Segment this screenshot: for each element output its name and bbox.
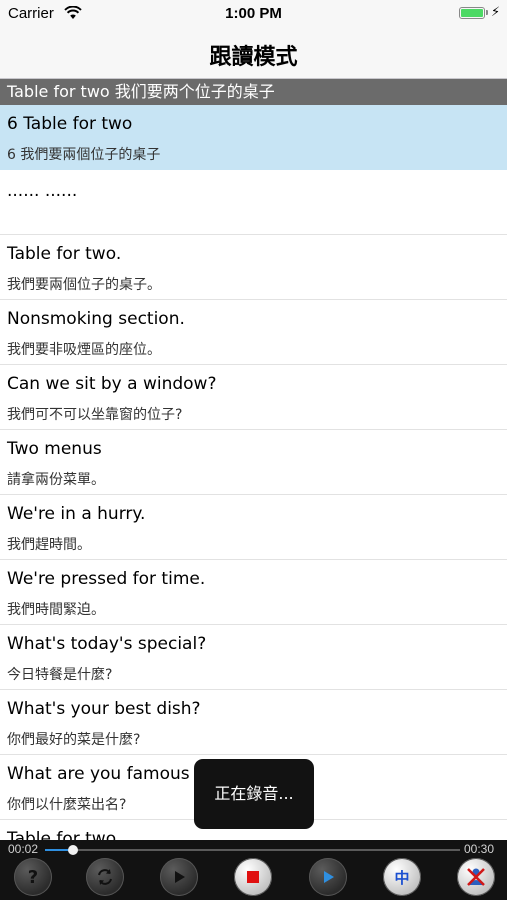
battery-tip xyxy=(486,10,488,15)
stop-icon xyxy=(247,871,259,883)
phrase-chinese: 6 我們要兩個位子的桌子 xyxy=(7,147,161,163)
phrase-chinese: 我們時間緊迫。 xyxy=(7,602,105,618)
progress-slider[interactable] xyxy=(45,845,460,855)
phrase-chinese: 我們可不可以坐靠窗的位子? xyxy=(7,407,183,423)
list-item[interactable]: We're pressed for time. 我們時間緊迫。 xyxy=(0,560,507,625)
page-title: 跟讀模式 xyxy=(209,45,298,70)
phrase-chinese: 你們最好的菜是什麼? xyxy=(7,732,141,748)
muted-person-icon xyxy=(467,868,485,886)
total-time: 00:30 xyxy=(464,842,495,856)
phrase-english: 6 Table for two xyxy=(7,114,133,134)
list-item[interactable]: What's today's special? 今日特餐是什麼? xyxy=(0,625,507,690)
no-sound-button[interactable] xyxy=(457,858,495,896)
current-time: 00:02 xyxy=(8,842,39,856)
help-label: ? xyxy=(27,866,39,888)
list-item[interactable]: We're in a hurry. 我們趕時間。 xyxy=(0,495,507,560)
phrase-english: We're in a hurry. xyxy=(7,504,146,524)
stop-record-button[interactable] xyxy=(234,858,272,896)
phrase-english: Table for two. xyxy=(7,829,122,840)
phrase-english: Table for two. xyxy=(7,244,122,264)
phrase-english: We're pressed for time. xyxy=(7,569,206,589)
repeat-icon xyxy=(98,869,112,885)
list-item[interactable]: Nonsmoking section. 我們要非吸煙區的座位。 xyxy=(0,300,507,365)
phrase-chinese: 我們要非吸煙區的座位。 xyxy=(7,342,161,358)
help-button[interactable]: ? xyxy=(14,858,52,896)
navigation-bar: 跟讀模式 xyxy=(0,28,507,79)
list-item[interactable]: What's your best dish? 你們最好的菜是什麼? xyxy=(0,690,507,755)
battery-icon xyxy=(459,7,485,19)
phrase-list[interactable]: 6 Table for two 6 我們要兩個位子的桌子 ...... ....… xyxy=(0,105,507,840)
phrase-english: ...... ...... xyxy=(7,181,78,201)
phrase-english: Two menus xyxy=(7,439,102,459)
play-recording-button[interactable] xyxy=(309,858,347,896)
player-bar: 00:02 00:30 ? 中 xyxy=(0,840,507,900)
chinese-toggle-button[interactable]: 中 xyxy=(383,858,421,896)
phrase-english: What's your best dish? xyxy=(7,699,201,719)
phrase-chinese: 我們要兩個位子的桌子。 xyxy=(7,277,161,293)
progress-thumb[interactable] xyxy=(67,845,78,855)
play-blue-icon xyxy=(324,871,334,883)
charging-icon: ⚡ xyxy=(491,5,501,20)
phrase-chinese: 今日特餐是什麼? xyxy=(7,667,113,683)
phrase-chinese: 請拿兩份菜單。 xyxy=(7,472,105,488)
chinese-label: 中 xyxy=(394,868,410,887)
recording-toast: 正在錄音... xyxy=(194,759,314,829)
phrase-english: Nonsmoking section. xyxy=(7,309,185,329)
status-bar: Carrier 1:00 PM ⚡ xyxy=(0,0,507,28)
repeat-button[interactable] xyxy=(86,858,124,896)
clock: 1:00 PM xyxy=(225,5,282,22)
phrase-chinese: 你們以什麼菜出名? xyxy=(7,797,127,813)
phrase-english: Can we sit by a window? xyxy=(7,374,217,394)
list-item[interactable]: Can we sit by a window? 我們可不可以坐靠窗的位子? xyxy=(0,365,507,430)
list-item[interactable]: Two menus 請拿兩份菜單。 xyxy=(0,430,507,495)
phrase-english: What's today's special? xyxy=(7,634,207,654)
play-button[interactable] xyxy=(160,858,198,896)
list-item[interactable]: Table for two. 我們要兩個位子的桌子。 xyxy=(0,235,507,300)
phrase-chinese: 我們趕時間。 xyxy=(7,537,91,553)
section-header: Table for two 我们要两个位子的桌子 xyxy=(0,79,507,105)
list-item[interactable]: ...... ...... xyxy=(0,170,507,235)
list-item-selected[interactable]: 6 Table for two 6 我們要兩個位子的桌子 xyxy=(0,105,507,170)
play-icon xyxy=(175,871,185,883)
